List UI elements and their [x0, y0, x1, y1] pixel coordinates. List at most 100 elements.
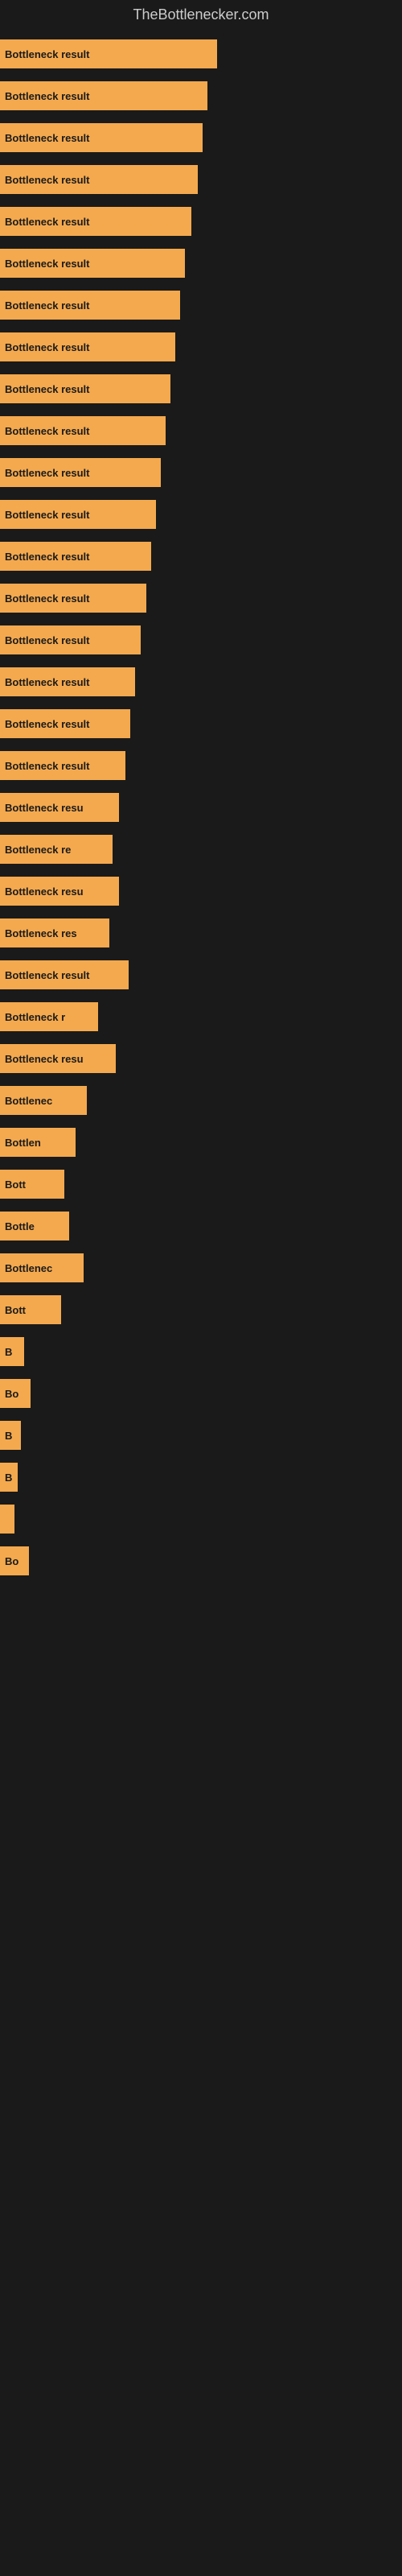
- bottleneck-bar-25: Bottleneck resu: [0, 1044, 116, 1073]
- bar-label-6: Bottleneck result: [5, 258, 89, 270]
- bar-row: Bottleneck result: [0, 452, 402, 493]
- bottleneck-bar-11: Bottleneck result: [0, 458, 161, 487]
- bar-row: Bott: [0, 1163, 402, 1205]
- bar-label-28: Bott: [5, 1179, 26, 1191]
- bar-row: Bo: [0, 1540, 402, 1582]
- bar-label-37: Bo: [5, 1555, 18, 1567]
- bar-label-4: Bottleneck result: [5, 174, 89, 186]
- bar-row: Bottlen: [0, 1121, 402, 1163]
- bottleneck-bar-36: [0, 1505, 14, 1534]
- bar-row: Bott: [0, 1289, 402, 1331]
- bar-label-18: Bottleneck result: [5, 760, 89, 772]
- bottleneck-bar-6: Bottleneck result: [0, 249, 185, 278]
- bar-row: B: [0, 1331, 402, 1373]
- bar-row: Bottleneck result: [0, 703, 402, 745]
- bar-label-9: Bottleneck result: [5, 383, 89, 395]
- bottleneck-bar-8: Bottleneck result: [0, 332, 175, 361]
- bar-row: B: [0, 1456, 402, 1498]
- bar-label-24: Bottleneck r: [5, 1011, 65, 1023]
- bar-label-32: B: [5, 1346, 12, 1358]
- bottleneck-bar-31: Bott: [0, 1295, 61, 1324]
- bar-row: Bottleneck res: [0, 912, 402, 954]
- bar-label-34: B: [5, 1430, 12, 1442]
- bar-label-13: Bottleneck result: [5, 551, 89, 563]
- bar-label-5: Bottleneck result: [5, 216, 89, 228]
- bottleneck-bar-26: Bottlenec: [0, 1086, 87, 1115]
- bar-label-15: Bottleneck result: [5, 634, 89, 646]
- bottleneck-bar-17: Bottleneck result: [0, 709, 130, 738]
- bar-label-8: Bottleneck result: [5, 341, 89, 353]
- bottleneck-bar-14: Bottleneck result: [0, 584, 146, 613]
- bar-row: Bottlenec: [0, 1080, 402, 1121]
- bar-row: Bottleneck r: [0, 996, 402, 1038]
- bottleneck-bar-5: Bottleneck result: [0, 207, 191, 236]
- bar-row: Bottleneck result: [0, 242, 402, 284]
- bar-label-33: Bo: [5, 1388, 18, 1400]
- bar-row: Bottleneck result: [0, 661, 402, 703]
- bar-row: Bottleneck resu: [0, 870, 402, 912]
- bars-container: Bottleneck result Bottleneck result Bottle…: [0, 33, 402, 1598]
- bar-row: Bottleneck re: [0, 828, 402, 870]
- bar-label-11: Bottleneck result: [5, 467, 89, 479]
- bottleneck-bar-29: Bottle: [0, 1212, 69, 1241]
- bottleneck-bar-18: Bottleneck result: [0, 751, 125, 780]
- bar-row: [0, 1498, 402, 1540]
- bottleneck-bar-19: Bottleneck resu: [0, 793, 119, 822]
- bottleneck-bar-35: B: [0, 1463, 18, 1492]
- bar-label-30: Bottlenec: [5, 1262, 52, 1274]
- bottleneck-bar-1: Bottleneck result: [0, 39, 217, 68]
- bottleneck-bar-32: B: [0, 1337, 24, 1366]
- bottleneck-bar-24: Bottleneck r: [0, 1002, 98, 1031]
- bar-label-19: Bottleneck resu: [5, 802, 84, 814]
- bar-label-25: Bottleneck resu: [5, 1053, 84, 1065]
- bottleneck-bar-23: Bottleneck result: [0, 960, 129, 989]
- bar-row: Bottleneck result: [0, 745, 402, 786]
- bar-row: Bottleneck result: [0, 619, 402, 661]
- bottleneck-bar-30: Bottlenec: [0, 1253, 84, 1282]
- bar-row: Bottleneck result: [0, 368, 402, 410]
- bottleneck-bar-4: Bottleneck result: [0, 165, 198, 194]
- bar-label-29: Bottle: [5, 1220, 35, 1232]
- bar-label-7: Bottleneck result: [5, 299, 89, 312]
- bar-row: Bottleneck result: [0, 200, 402, 242]
- bar-label-27: Bottlen: [5, 1137, 41, 1149]
- bar-row: Bo: [0, 1373, 402, 1414]
- bottleneck-bar-13: Bottleneck result: [0, 542, 151, 571]
- bar-row: Bottleneck result: [0, 410, 402, 452]
- bar-row: Bottleneck resu: [0, 786, 402, 828]
- bottleneck-bar-15: Bottleneck result: [0, 625, 141, 654]
- bar-label-35: B: [5, 1472, 12, 1484]
- bar-label-16: Bottleneck result: [5, 676, 89, 688]
- bottleneck-bar-33: Bo: [0, 1379, 31, 1408]
- bar-row: Bottle: [0, 1205, 402, 1247]
- bar-label-31: Bott: [5, 1304, 26, 1316]
- bar-label-2: Bottleneck result: [5, 90, 89, 102]
- bottleneck-bar-10: Bottleneck result: [0, 416, 166, 445]
- bottleneck-bar-12: Bottleneck result: [0, 500, 156, 529]
- bottleneck-bar-16: Bottleneck result: [0, 667, 135, 696]
- bar-label-14: Bottleneck result: [5, 592, 89, 605]
- bar-label-20: Bottleneck re: [5, 844, 71, 856]
- bottleneck-bar-28: Bott: [0, 1170, 64, 1199]
- bottleneck-bar-2: Bottleneck result: [0, 81, 207, 110]
- bar-label-10: Bottleneck result: [5, 425, 89, 437]
- bottleneck-bar-37: Bo: [0, 1546, 29, 1575]
- bottleneck-bar-34: B: [0, 1421, 21, 1450]
- bottleneck-bar-3: Bottleneck result: [0, 123, 203, 152]
- bar-row: Bottlenec: [0, 1247, 402, 1289]
- bar-row: Bottleneck result: [0, 493, 402, 535]
- bottleneck-bar-22: Bottleneck res: [0, 919, 109, 947]
- bar-label-26: Bottlenec: [5, 1095, 52, 1107]
- bar-label-1: Bottleneck result: [5, 48, 89, 60]
- site-title: TheBottlenecker.com: [0, 0, 402, 33]
- bar-label-22: Bottleneck res: [5, 927, 77, 939]
- bar-label-12: Bottleneck result: [5, 509, 89, 521]
- bottleneck-bar-9: Bottleneck result: [0, 374, 170, 403]
- bar-row: Bottleneck result: [0, 159, 402, 200]
- bottleneck-bar-27: Bottlen: [0, 1128, 76, 1157]
- bar-row: Bottleneck result: [0, 535, 402, 577]
- bar-row: Bottleneck result: [0, 577, 402, 619]
- bottleneck-bar-21: Bottleneck resu: [0, 877, 119, 906]
- bar-label-17: Bottleneck result: [5, 718, 89, 730]
- bottleneck-bar-20: Bottleneck re: [0, 835, 113, 864]
